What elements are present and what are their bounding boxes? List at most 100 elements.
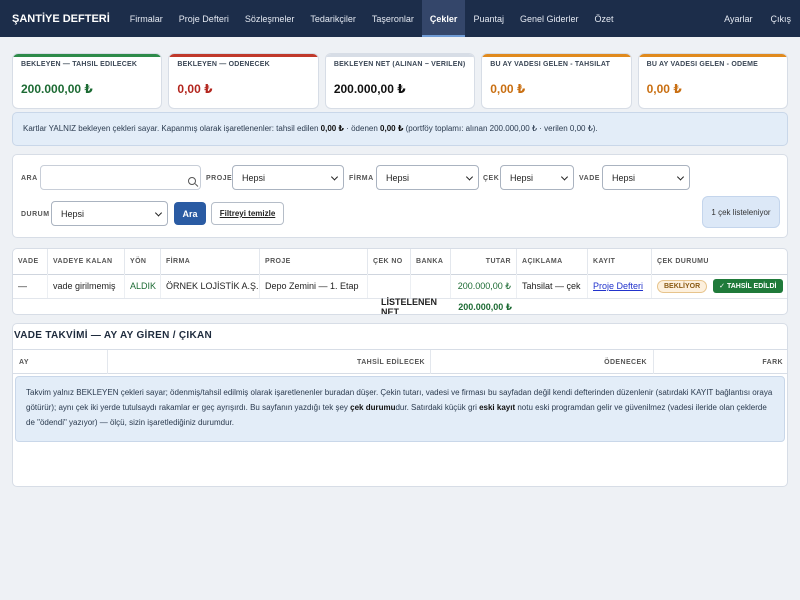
top-nav: ŞANTİYE DEFTERİ Firmalar Proje Defteri S… [0, 0, 800, 37]
nav-taseronlar[interactable]: Taşeronlar [364, 0, 422, 37]
nav-cikis[interactable]: Çıkış [761, 0, 800, 37]
col-cek-no: ÇEK NO [368, 249, 411, 274]
nav-puantaj[interactable]: Puantaj [465, 0, 512, 37]
card-label: BEKLEYEN — ÖDENECEK [177, 61, 270, 68]
main-nav: Firmalar Proje Defteri Sözleşmeler Tedar… [122, 0, 622, 37]
chevron-down-icon [676, 172, 685, 181]
cell-proje: Depo Zemini — 1. Etap [260, 274, 368, 298]
col-cek-durumu: ÇEK DURUMU [657, 258, 709, 265]
firma-select[interactable]: Hepsi [376, 165, 479, 190]
info-tahsil-value: 0,00 ₺ [320, 124, 344, 133]
card-label: BEKLEYEN — TAHSİL EDİLECEK [21, 61, 138, 68]
col-yon: YÖN [125, 249, 161, 274]
col-aciklama: AÇIKLAMA [517, 249, 588, 274]
vade-select[interactable]: Hepsi [602, 165, 690, 190]
note-bold: eski kayıt [479, 403, 516, 413]
chevron-down-icon [330, 172, 339, 181]
nav-ozet[interactable]: Özet [587, 0, 622, 37]
nav-ayarlar[interactable]: Ayarlar [715, 0, 761, 37]
durum-label: DURUM [21, 211, 50, 218]
cell-tutar: 200.000,00 ₺ [451, 274, 517, 298]
proje-select-value: Hepsi [242, 172, 266, 183]
search-input[interactable] [40, 165, 201, 190]
col-proje: PROJE [260, 249, 368, 274]
cell-aciklama: Tahsilat — çek [517, 274, 588, 298]
info-odenen-value: 0,00 ₺ [380, 124, 404, 133]
note-text: dur. Satırdaki küçük gri [395, 403, 480, 413]
info-text: (portföy toplamı: alınan 200.000,00 ₺ · … [403, 124, 598, 133]
info-text: · ödenen [344, 124, 381, 133]
card-label: BEKLEYEN NET (ALINAN − VERİLEN) [333, 61, 466, 68]
cell-firma: ÖRNEK LOJİSTİK A.Ş. [161, 274, 260, 298]
cell-vade: — [13, 274, 48, 298]
footer-net-label: LİSTELENEN NET [381, 297, 438, 315]
info-text: Kartlar YALNIZ bekleyen çekleri sayar. K… [23, 124, 321, 133]
vade-select-value: Hepsi [612, 172, 636, 183]
vade-label: VADE [579, 175, 600, 182]
col-vade: VADE [13, 249, 48, 274]
info-banner: Kartlar YALNIZ bekleyen çekleri sayar. K… [12, 112, 788, 146]
chevron-down-icon [154, 208, 163, 217]
card-bu-ay-tahsilat: BU AY VADESİ GELEN - TAHSİLAT 0,00 ₺ [481, 53, 632, 109]
nav-sozlesmeler[interactable]: Sözleşmeler [237, 0, 303, 37]
cek-select[interactable]: Hepsi [500, 165, 574, 190]
cell-vadeye-kalan: vade girilmemiş [48, 274, 125, 298]
col-vadeye-kalan: VADEYE KALAN [48, 249, 125, 274]
col-ay: AY [13, 350, 108, 374]
col-banka: BANKA [411, 249, 451, 274]
cell-cek-no [368, 274, 411, 298]
search-icon[interactable] [188, 171, 200, 185]
card-bekleyen-odenecek: BEKLEYEN — ÖDENECEK 0,00 ₺ [168, 53, 319, 109]
clear-filter-button[interactable]: Filtreyi temizle [211, 202, 284, 225]
main-content: BEKLEYEN — TAHSİL EDİLECEK 200.000,00 ₺ … [0, 37, 800, 600]
col-tahsil-edilecek: TAHSİL EDİLECEK [108, 350, 431, 374]
cell-banka [411, 274, 451, 298]
tahsil-edildi-button[interactable]: ✓ TAHSİL EDİLDİ [713, 279, 783, 293]
card-value: 0,00 ₺ [646, 82, 682, 96]
note-bold: çek durumu [350, 403, 396, 413]
vade-calendar: VADE TAKVİMİ — AY AY GİREN / ÇIKAN AY TA… [12, 323, 788, 487]
nav-cekler[interactable]: Çekler [421, 0, 466, 37]
kayit-link[interactable]: Proje Defteri [588, 274, 652, 298]
footer-net-value: 200.000,00 ₺ [458, 301, 512, 312]
firma-select-value: Hepsi [386, 172, 410, 183]
col-firma: FİRMA [161, 249, 260, 274]
proje-select[interactable]: Hepsi [232, 165, 344, 190]
nav-firmalar[interactable]: Firmalar [122, 0, 171, 37]
firma-label: FİRMA [349, 175, 374, 182]
nav-tedarikciler[interactable]: Tedarikçiler [302, 0, 364, 37]
nav-proje-defteri[interactable]: Proje Defteri [171, 0, 237, 37]
durum-select[interactable]: Hepsi [51, 201, 168, 226]
cek-select-value: Hepsi [510, 172, 534, 183]
proje-label: PROJE [206, 175, 233, 182]
cell-yon: ALDIK [125, 274, 161, 298]
cell-cek-durumu: BEKLİYOR ✓ TAHSİL EDİLDİ [652, 274, 787, 298]
card-bu-ay-odeme: BU AY VADESİ GELEN - ÖDEME 0,00 ₺ [637, 53, 789, 109]
durum-select-value: Hepsi [61, 208, 85, 219]
vade-note: Takvim yalnız BEKLEYEN çekleri sayar; öd… [15, 376, 785, 442]
result-count-badge: 1 çek listeleniyor [702, 196, 780, 228]
col-fark: FARK [762, 358, 783, 366]
search-icon-wrap [188, 171, 200, 185]
card-bekleyen-tahsil: BEKLEYEN — TAHSİL EDİLECEK 200.000,00 ₺ [12, 53, 163, 109]
card-value: 0,00 ₺ [177, 82, 213, 96]
card-bekleyen-net: BEKLEYEN NET (ALINAN − VERİLEN) 200.000,… [324, 53, 476, 109]
app-title[interactable]: ŞANTİYE DEFTERİ [0, 13, 122, 25]
card-value: 0,00 ₺ [490, 82, 526, 96]
status-badge: BEKLİYOR [657, 279, 708, 293]
summary-cards: BEKLEYEN — TAHSİL EDİLECEK 200.000,00 ₺ … [12, 53, 789, 109]
chevron-down-icon [465, 172, 474, 181]
ara-label: ARA [21, 175, 38, 182]
cek-label: ÇEK [483, 175, 500, 182]
card-value: 200.000,00 ₺ [21, 82, 93, 96]
filter-panel: ARA PROJE Hepsi FİRMA Hepsi ÇEK Hepsi VA… [12, 154, 788, 238]
ara-button[interactable]: Ara [174, 202, 206, 225]
card-value: 200.000,00 ₺ [333, 82, 406, 96]
card-label: BU AY VADESİ GELEN - TAHSİLAT [490, 61, 611, 68]
card-label: BU AY VADESİ GELEN - ÖDEME [646, 61, 759, 68]
section-title: VADE TAKVİMİ — AY AY GİREN / ÇIKAN [14, 330, 213, 341]
col-odenecek: ÖDENECEK [431, 350, 654, 374]
nav-genel-giderler[interactable]: Genel Giderler [512, 0, 587, 37]
checks-table: VADE VADEYE KALAN YÖN FİRMA PROJE ÇEK NO… [12, 248, 788, 315]
nav-right: Ayarlar Çıkış [715, 0, 800, 37]
